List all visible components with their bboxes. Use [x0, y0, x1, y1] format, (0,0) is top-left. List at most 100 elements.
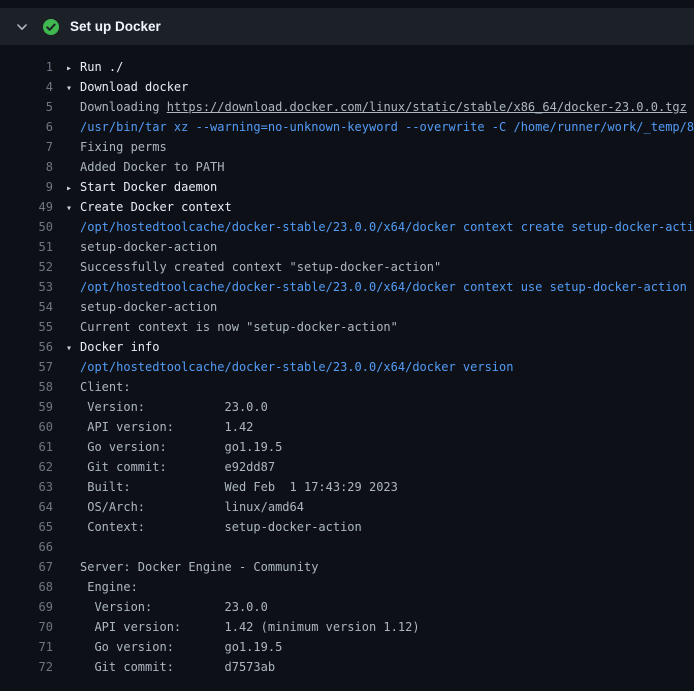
chevron-down-icon[interactable]	[14, 19, 30, 35]
line-number[interactable]: 67	[0, 557, 53, 577]
log-text: Server: Docker Engine - Community	[66, 557, 318, 577]
log-line: 68 Engine:	[0, 577, 694, 597]
log-text: Built: Wed Feb 1 17:43:29 2023	[66, 477, 398, 497]
triangle-expanded-icon: ▾	[66, 199, 80, 217]
log-line: 56 ▾Docker info	[0, 337, 694, 357]
log-text: Git commit: e92dd87	[66, 457, 275, 477]
log-line: 69 Version: 23.0.0	[0, 597, 694, 617]
log-group-toggle[interactable]: ▾Create Docker context	[66, 197, 232, 217]
log-line: 57 /opt/hostedtoolcache/docker-stable/23…	[0, 357, 694, 377]
line-number[interactable]: 65	[0, 517, 53, 537]
line-number[interactable]: 4	[0, 77, 53, 97]
log-text: Engine:	[66, 577, 138, 597]
log-line: 61 Go version: go1.19.5	[0, 437, 694, 457]
log-text: API version: 1.42	[66, 417, 253, 437]
line-number[interactable]: 58	[0, 377, 53, 397]
log-line: 1 ▸Run ./	[0, 57, 694, 77]
log-lines: 1 ▸Run ./ 4 ▾Download docker 5 Downloadi…	[0, 45, 694, 677]
log-group-toggle[interactable]: ▸Run ./	[66, 57, 123, 77]
download-url-link[interactable]: https://download.docker.com/linux/static…	[167, 100, 687, 114]
log-line: 7 Fixing perms	[0, 137, 694, 157]
log-line: 59 Version: 23.0.0	[0, 397, 694, 417]
log-line: 52 Successfully created context "setup-d…	[0, 257, 694, 277]
log-line: 9 ▸Start Docker daemon	[0, 177, 694, 197]
triangle-collapsed-icon: ▸	[66, 179, 80, 197]
log-group-toggle[interactable]: ▾Download docker	[66, 77, 188, 97]
line-number[interactable]: 52	[0, 257, 53, 277]
line-number[interactable]: 59	[0, 397, 53, 417]
log-line: 50 /opt/hostedtoolcache/docker-stable/23…	[0, 217, 694, 237]
step-header[interactable]: Set up Docker	[0, 8, 694, 45]
line-number[interactable]: 8	[0, 157, 53, 177]
log-line: 65 Context: setup-docker-action	[0, 517, 694, 537]
log-line: 55 Current context is now "setup-docker-…	[0, 317, 694, 337]
line-number[interactable]: 51	[0, 237, 53, 257]
line-number[interactable]: 56	[0, 337, 53, 357]
command-text: /opt/hostedtoolcache/docker-stable/23.0.…	[66, 357, 513, 377]
line-number[interactable]: 54	[0, 297, 53, 317]
command-text: /opt/hostedtoolcache/docker-stable/23.0.…	[66, 217, 694, 237]
log-line: 70 API version: 1.42 (minimum version 1.…	[0, 617, 694, 637]
line-number[interactable]: 70	[0, 617, 53, 637]
log-text: setup-docker-action	[66, 237, 217, 257]
line-number[interactable]: 64	[0, 497, 53, 517]
log-line: 60 API version: 1.42	[0, 417, 694, 437]
log-line: 8 Added Docker to PATH	[0, 157, 694, 177]
log-text: Current context is now "setup-docker-act…	[66, 317, 398, 337]
log-line: 63 Built: Wed Feb 1 17:43:29 2023	[0, 477, 694, 497]
log-line: 49 ▾Create Docker context	[0, 197, 694, 217]
triangle-expanded-icon: ▾	[66, 79, 80, 97]
line-number[interactable]: 50	[0, 217, 53, 237]
log-line: 66	[0, 537, 694, 557]
group-label: Download docker	[80, 80, 188, 94]
log-line: 67 Server: Docker Engine - Community	[0, 557, 694, 577]
line-number[interactable]: 62	[0, 457, 53, 477]
log-line: 58 Client:	[0, 377, 694, 397]
line-number[interactable]: 61	[0, 437, 53, 457]
step-title: Set up Docker	[70, 19, 161, 34]
line-number[interactable]: 71	[0, 637, 53, 657]
line-number[interactable]: 7	[0, 137, 53, 157]
line-number[interactable]: 55	[0, 317, 53, 337]
log-line: 64 OS/Arch: linux/amd64	[0, 497, 694, 517]
line-number[interactable]: 9	[0, 177, 53, 197]
log-group-toggle[interactable]: ▾Docker info	[66, 337, 159, 357]
log-line: 62 Git commit: e92dd87	[0, 457, 694, 477]
triangle-collapsed-icon: ▸	[66, 59, 80, 77]
line-number[interactable]: 49	[0, 197, 53, 217]
line-number[interactable]: 53	[0, 277, 53, 297]
log-text: Version: 23.0.0	[66, 397, 268, 417]
success-check-icon	[42, 18, 60, 36]
log-text: Version: 23.0.0	[66, 597, 268, 617]
log-text: Downloading https://download.docker.com/…	[66, 97, 687, 117]
log-text: Git commit: d7573ab	[66, 657, 275, 677]
log-text: Context: setup-docker-action	[66, 517, 362, 537]
line-number[interactable]: 6	[0, 117, 53, 137]
line-number[interactable]: 1	[0, 57, 53, 77]
log-text: Added Docker to PATH	[66, 157, 225, 177]
log-line: 54 setup-docker-action	[0, 297, 694, 317]
group-label: Start Docker daemon	[80, 180, 217, 194]
line-number[interactable]: 69	[0, 597, 53, 617]
log-text	[66, 537, 80, 557]
log-line: 51 setup-docker-action	[0, 237, 694, 257]
log-group-toggle[interactable]: ▸Start Docker daemon	[66, 177, 217, 197]
line-number[interactable]: 5	[0, 97, 53, 117]
log-text: Go version: go1.19.5	[66, 637, 282, 657]
line-number[interactable]: 60	[0, 417, 53, 437]
log-text: OS/Arch: linux/amd64	[66, 497, 304, 517]
command-text: /opt/hostedtoolcache/docker-stable/23.0.…	[66, 277, 687, 297]
line-number[interactable]: 57	[0, 357, 53, 377]
workflow-log-panel: Set up Docker 1 ▸Run ./ 4 ▾Download dock…	[0, 8, 694, 677]
line-number[interactable]: 68	[0, 577, 53, 597]
line-number[interactable]: 63	[0, 477, 53, 497]
group-label: Create Docker context	[80, 200, 232, 214]
log-line: 71 Go version: go1.19.5	[0, 637, 694, 657]
line-number[interactable]: 72	[0, 657, 53, 677]
log-line: 5 Downloading https://download.docker.co…	[0, 97, 694, 117]
log-text: API version: 1.42 (minimum version 1.12)	[66, 617, 420, 637]
line-number[interactable]: 66	[0, 537, 53, 557]
log-text: setup-docker-action	[66, 297, 217, 317]
command-text: /usr/bin/tar xz --warning=no-unknown-key…	[66, 117, 694, 137]
group-label: Run ./	[80, 60, 123, 74]
